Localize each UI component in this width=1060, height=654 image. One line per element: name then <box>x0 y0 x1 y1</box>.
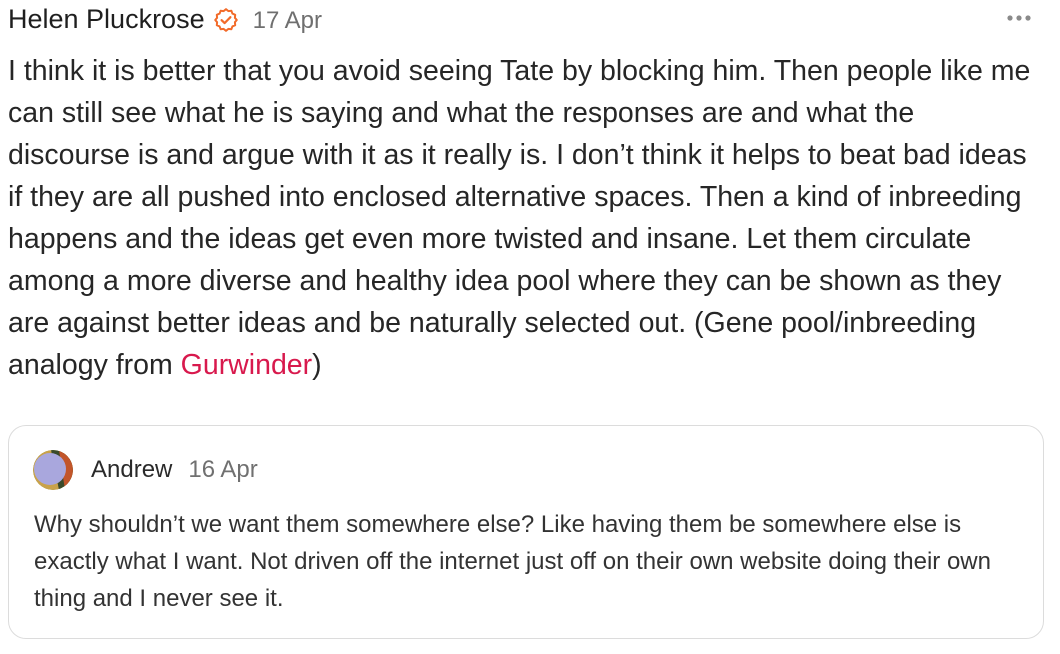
quoted-author-name[interactable]: Andrew <box>91 456 172 484</box>
note-header: Helen Pluckrose 17 Apr <box>8 0 1048 40</box>
quoted-note-card[interactable]: Andrew 16 Apr Why shouldn’t we want them… <box>8 425 1044 639</box>
author-name[interactable]: Helen Pluckrose <box>8 4 205 35</box>
verified-check-icon <box>213 7 239 33</box>
note-timestamp[interactable]: 17 Apr <box>253 7 322 35</box>
note-body-end: ) <box>312 349 322 381</box>
mention-link[interactable]: Gurwinder <box>181 349 312 381</box>
avatar[interactable] <box>33 450 73 490</box>
note-post: Helen Pluckrose 17 Apr I think it is bet… <box>8 0 1048 386</box>
quoted-note-text: Why shouldn’t we want them somewhere els… <box>34 511 991 612</box>
note-body: I think it is better that you avoid seei… <box>8 50 1043 386</box>
note-body-text: I think it is better that you avoid seei… <box>8 55 1031 381</box>
more-options-icon[interactable] <box>1002 8 1036 28</box>
quoted-note-header: Andrew 16 Apr <box>33 450 258 490</box>
quoted-timestamp: 16 Apr <box>188 456 258 483</box>
